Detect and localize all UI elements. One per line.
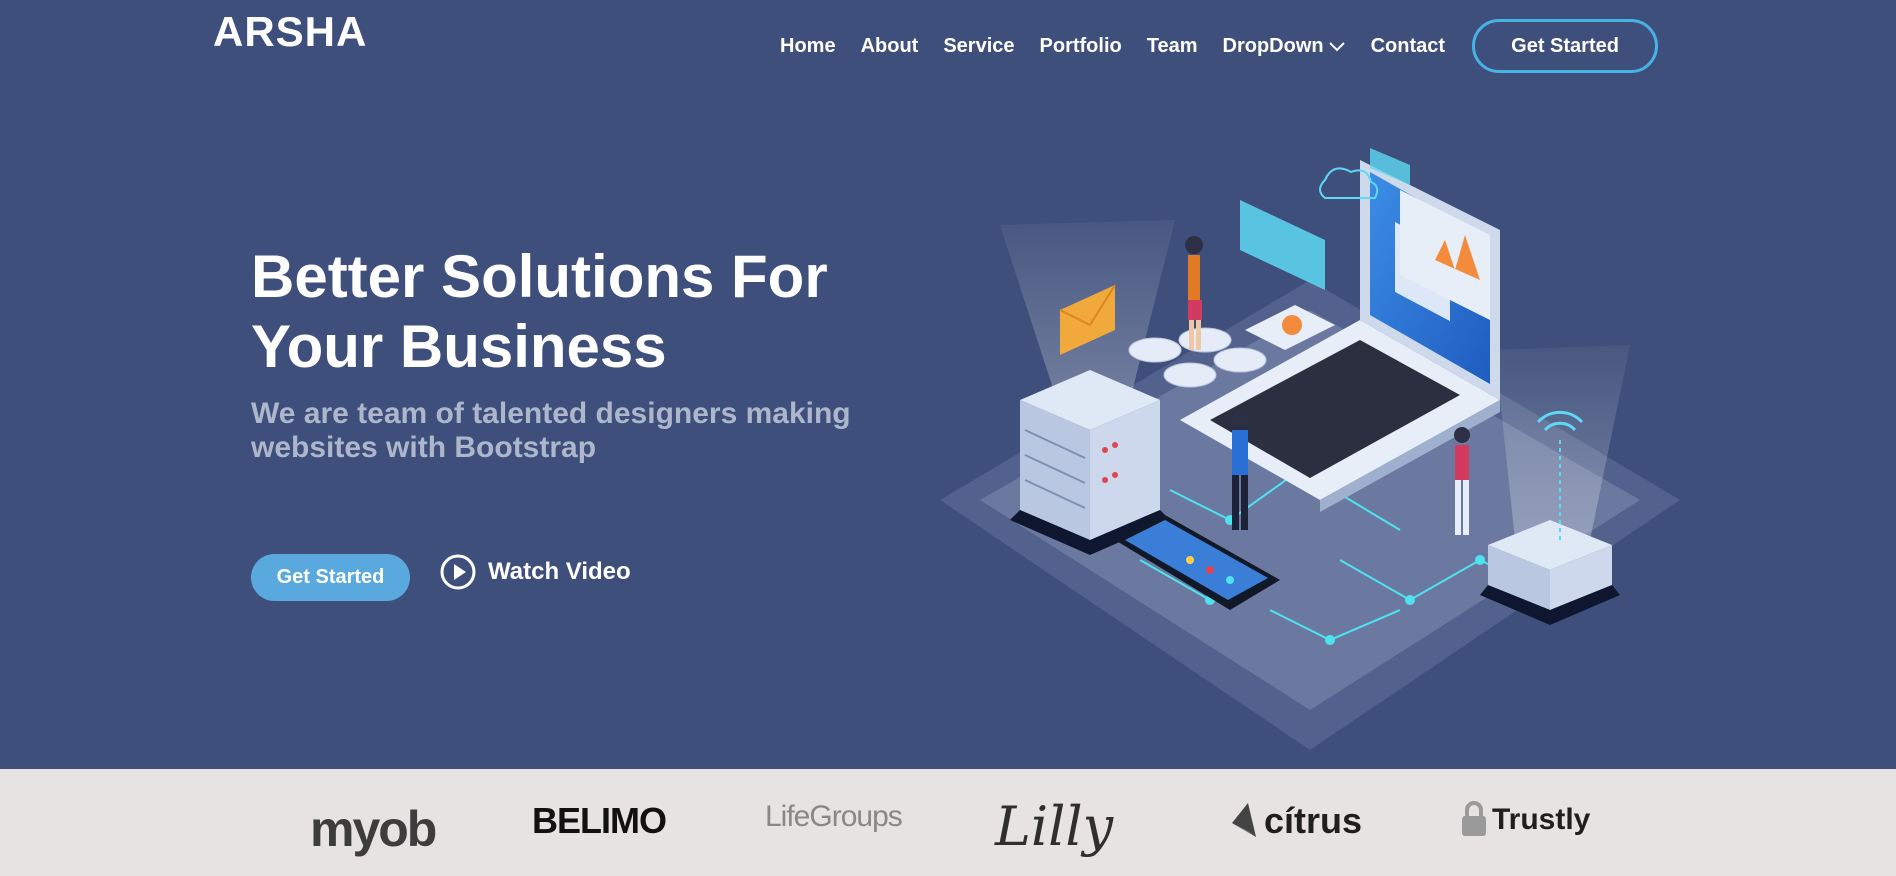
nav-home[interactable]: Home <box>780 35 836 58</box>
play-circle-icon <box>439 553 477 591</box>
nav-dropdown[interactable]: DropDown <box>1223 35 1346 58</box>
site-logo[interactable]: ARSHA <box>213 8 367 56</box>
triangle-logo-icon <box>1230 801 1260 841</box>
client-logo-lilly: Lilly <box>995 795 1113 858</box>
nav-about[interactable]: About <box>861 35 919 58</box>
hero-subtitle: We are team of talented designers making… <box>251 397 891 465</box>
client-logo-myob: myob <box>310 800 437 858</box>
nav-home-label: Home <box>780 34 836 57</box>
client-logo-trustly-text: Trustly <box>1492 803 1591 836</box>
nav-portfolio[interactable]: Portfolio <box>1040 35 1122 58</box>
client-logo-lilly-text: Lilly <box>995 795 1114 858</box>
client-logo-belimo-text: BELIMO <box>532 800 667 841</box>
nav-team-label: Team <box>1146 34 1198 57</box>
hero-section: ARSHA Home About Service Portfolio Team … <box>0 0 1896 769</box>
nav-get-started-button[interactable]: Get Started <box>1472 19 1659 73</box>
hero-subtitle-line1: We are team of talented designers making <box>251 397 851 430</box>
nav-team[interactable]: Team <box>1147 35 1198 58</box>
client-logo-citrus-text: cítrus <box>1264 800 1363 841</box>
client-logo-trustly: Trustly <box>1458 800 1590 840</box>
nav-about-label: About <box>860 34 919 57</box>
hero-illustration <box>940 148 1680 750</box>
nav-service-label: Service <box>943 34 1015 57</box>
nav-service[interactable]: Service <box>943 35 1014 58</box>
nav-contact[interactable]: Contact <box>1371 35 1445 58</box>
hero-title: Better Solutions For Your Business <box>251 242 891 382</box>
client-logo-myob-text: myob <box>310 801 437 857</box>
main-nav: Home About Service Portfolio Team DropDo… <box>780 19 1659 73</box>
nav-portfolio-label: Portfolio <box>1039 34 1122 57</box>
hero-get-started-button[interactable]: Get Started <box>251 554 410 601</box>
hero-subtitle-line2: websites with Bootstrap <box>251 431 597 464</box>
nav-dropdown-label: DropDown <box>1222 34 1324 57</box>
client-logo-citrus: cítrus <box>1230 800 1362 842</box>
watch-video-label: Watch Video <box>488 558 631 585</box>
hero-title-line1: Better Solutions For <box>251 243 828 310</box>
client-logo-lifegroups: LifeGroups <box>765 800 903 834</box>
lock-icon <box>1458 800 1490 840</box>
client-logo-lifegroups-text: LifeGroups <box>765 800 903 833</box>
clients-strip <box>0 769 1896 876</box>
hero-title-line2: Your Business <box>251 313 667 380</box>
nav-contact-label: Contact <box>1370 34 1446 57</box>
watch-video-link[interactable]: Watch Video <box>439 550 631 594</box>
client-logo-belimo: BELIMO <box>532 800 667 842</box>
chevron-down-icon <box>1328 35 1346 58</box>
